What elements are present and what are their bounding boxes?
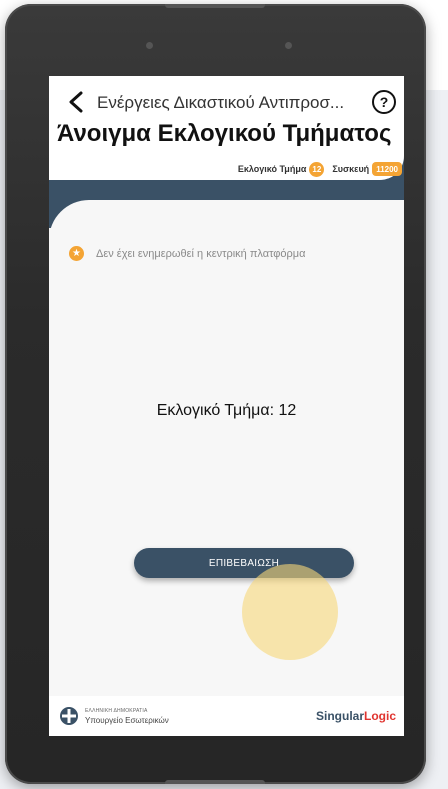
sync-notice: ★ Δεν έχει ενημερωθεί η κεντρική πλατφόρ… bbox=[69, 246, 306, 261]
ministry-emblem-icon bbox=[60, 707, 78, 725]
content-top-curve bbox=[49, 200, 404, 240]
tablet-device: Ενέργειες Δικαστικού Αντιπροσ... ? Άνοιγ… bbox=[5, 4, 426, 784]
session-meta: Εκλογικό Τμήμα 12 Συσκευή 11200 bbox=[238, 161, 402, 177]
nav-title: Ενέργειες Δικαστικού Αντιπροσ... bbox=[97, 93, 345, 112]
star-circle-icon: ★ bbox=[69, 246, 84, 261]
help-icon[interactable]: ? bbox=[371, 89, 397, 115]
polling-section-label: Εκλογικό Τμήμα: 12 bbox=[156, 402, 297, 419]
touch-indicator bbox=[242, 564, 338, 660]
app-footer: ΕΛΛΗΝΙΚΗ ΔΗΜΟΚΡΑΤΙΑ Υπουργείο Εσωτερικών… bbox=[49, 696, 404, 736]
sync-notice-text: Δεν έχει ενημερωθεί η κεντρική πλατφόρμα bbox=[96, 247, 306, 260]
vendor-logo-part2: Logic bbox=[364, 709, 396, 723]
back-chevron-icon[interactable] bbox=[65, 90, 89, 114]
device-bottom-edge bbox=[165, 780, 265, 784]
meta-device-label: Συσκευή bbox=[332, 164, 370, 174]
sensor-icon bbox=[285, 42, 292, 49]
app-header: Ενέργειες Δικαστικού Αντιπροσ... ? Άνοιγ… bbox=[49, 76, 404, 156]
confirm-button[interactable]: ΕΠΙΒΕΒΑΙΩΣΗ bbox=[134, 548, 354, 578]
device-top-edge bbox=[165, 4, 265, 8]
ministry-line2: Υπουργείο Εσωτερικών bbox=[85, 716, 169, 725]
meta-device-badge: 11200 bbox=[372, 162, 402, 176]
page-title: Άνοιγμα Εκλογικού Τμήματος bbox=[57, 120, 392, 147]
meta-section-badge: 12 bbox=[309, 161, 325, 177]
vendor-logo: SingularLogic bbox=[316, 709, 396, 723]
ministry-line1: ΕΛΛΗΝΙΚΗ ΔΗΜΟΚΡΑΤΙΑ bbox=[85, 708, 148, 714]
svg-text:?: ? bbox=[380, 94, 389, 110]
meta-section-label: Εκλογικό Τμήμα bbox=[237, 164, 307, 174]
vendor-logo-part1: Singular bbox=[315, 709, 364, 723]
app-screen: Ενέργειες Δικαστικού Αντιπροσ... ? Άνοιγ… bbox=[49, 76, 404, 736]
ministry-logo: ΕΛΛΗΝΙΚΗ ΔΗΜΟΚΡΑΤΙΑ Υπουργείο Εσωτερικών bbox=[59, 706, 169, 726]
camera-icon bbox=[146, 42, 153, 49]
